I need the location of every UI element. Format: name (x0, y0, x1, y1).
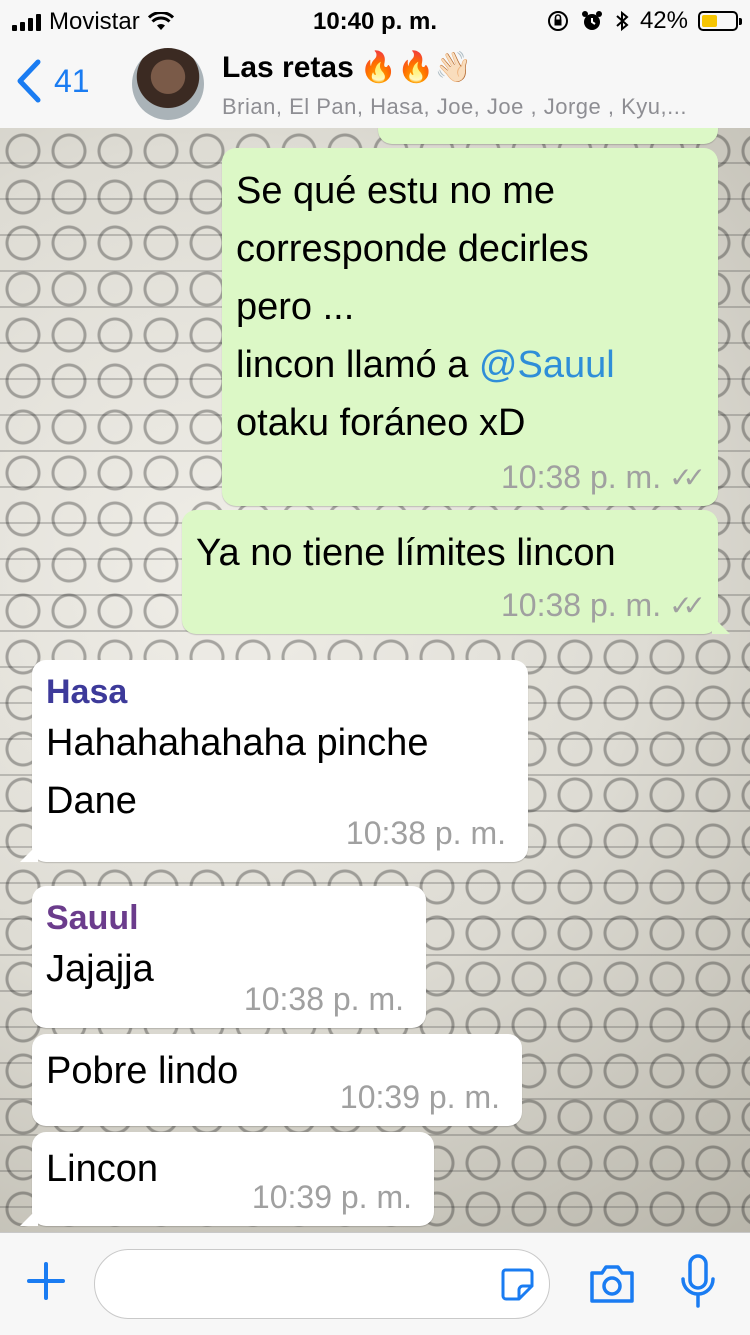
sender-name[interactable]: Sauul (46, 896, 412, 940)
message-meta: 10:38 p. m. ✓✓ (500, 587, 706, 624)
message-time: 10:38 p. m. (500, 587, 662, 623)
status-right: 42% (546, 7, 742, 35)
message-text: Se qué estu no me corresponde decirles p… (236, 162, 704, 452)
message-time: 10:39 p. m. (251, 1179, 412, 1215)
chat-background: Se qué estu no me corresponde decirles p… (0, 128, 750, 1232)
chat-title[interactable]: Las retas 🔥🔥👋🏻 (222, 50, 472, 85)
read-ticks-icon: ✓✓ (669, 590, 706, 621)
message-bubble-incoming[interactable]: Hasa Hahahahahaha pinche Dane 10:38 p. m… (20, 660, 528, 862)
message-line: Se qué estu no me (236, 170, 555, 212)
microphone-icon[interactable] (680, 1253, 716, 1309)
message-time: 10:38 p. m. (500, 459, 662, 495)
back-button[interactable]: 41 (14, 58, 90, 104)
compose-bar (0, 1232, 750, 1335)
battery-icon (698, 11, 742, 31)
mention-link[interactable]: @Sauul (479, 344, 615, 386)
message-line: pero ... (236, 286, 355, 328)
sender-name[interactable]: Hasa (46, 670, 514, 714)
message-time: 10:38 p. m. (345, 815, 506, 851)
message-meta: 10:38 p. m. (346, 815, 506, 852)
message-line: otaku foráneo xD (236, 402, 526, 444)
group-avatar[interactable] (132, 48, 204, 120)
message-bubble-incoming[interactable]: Lincon 10:39 p. m. (20, 1132, 434, 1226)
status-bar: Movistar 10:40 p. m. 42% (0, 0, 750, 40)
message-text: Hahahahahaha pinche Dane (46, 714, 514, 830)
bluetooth-icon (616, 10, 629, 32)
message-time: 10:39 p. m. (339, 1079, 500, 1115)
sticker-icon[interactable] (499, 1266, 535, 1302)
message-field[interactable] (94, 1249, 550, 1320)
plus-icon[interactable] (26, 1261, 66, 1301)
battery-level (702, 15, 718, 27)
message-bubble-incoming[interactable]: Sauul Jajajja 10:38 p. m. (32, 886, 426, 1028)
title-emoji: 🔥🔥👋🏻 (359, 51, 472, 84)
message-time: 10:38 p. m. (243, 981, 404, 1017)
message-input[interactable] (115, 1250, 499, 1320)
message-meta: 10:39 p. m. (252, 1179, 412, 1216)
message-bubble-partial (378, 128, 718, 144)
battery-percent: 42% (639, 7, 688, 34)
chat-participants[interactable]: Brian, El Pan, Hasa, Joe, Joe , Jorge , … (222, 94, 722, 120)
message-bubble-outgoing[interactable]: Ya no tiene límites lincon 10:38 p. m. ✓… (182, 510, 730, 634)
message-bubble-outgoing[interactable]: Se qué estu no me corresponde decirles p… (222, 148, 718, 506)
unread-count: 41 (54, 62, 90, 99)
message-line: corresponde decirles (236, 228, 589, 270)
message-text: Ya no tiene límites lincon (196, 532, 616, 574)
message-line: lincon llamó a @Sauul (236, 336, 704, 394)
orientation-lock-icon (547, 11, 568, 31)
message-bubble-incoming[interactable]: Pobre lindo 10:39 p. m. (32, 1034, 522, 1126)
chat-title-text: Las retas (222, 51, 354, 84)
alarm-icon (581, 11, 602, 30)
message-meta: 10:39 p. m. (340, 1079, 500, 1116)
read-ticks-icon: ✓✓ (669, 462, 706, 493)
back-chevron-icon (17, 59, 41, 103)
message-meta: 10:38 p. m. (244, 981, 404, 1018)
message-line-text: lincon llamó a (236, 344, 479, 386)
chat-header: 41 Las retas 🔥🔥👋🏻 Brian, El Pan, Hasa, Jo… (0, 40, 750, 129)
message-meta: 10:38 p. m. ✓✓ (500, 459, 706, 496)
camera-icon[interactable] (588, 1261, 636, 1305)
message-line: Hahahahahaha pinche (46, 722, 429, 764)
